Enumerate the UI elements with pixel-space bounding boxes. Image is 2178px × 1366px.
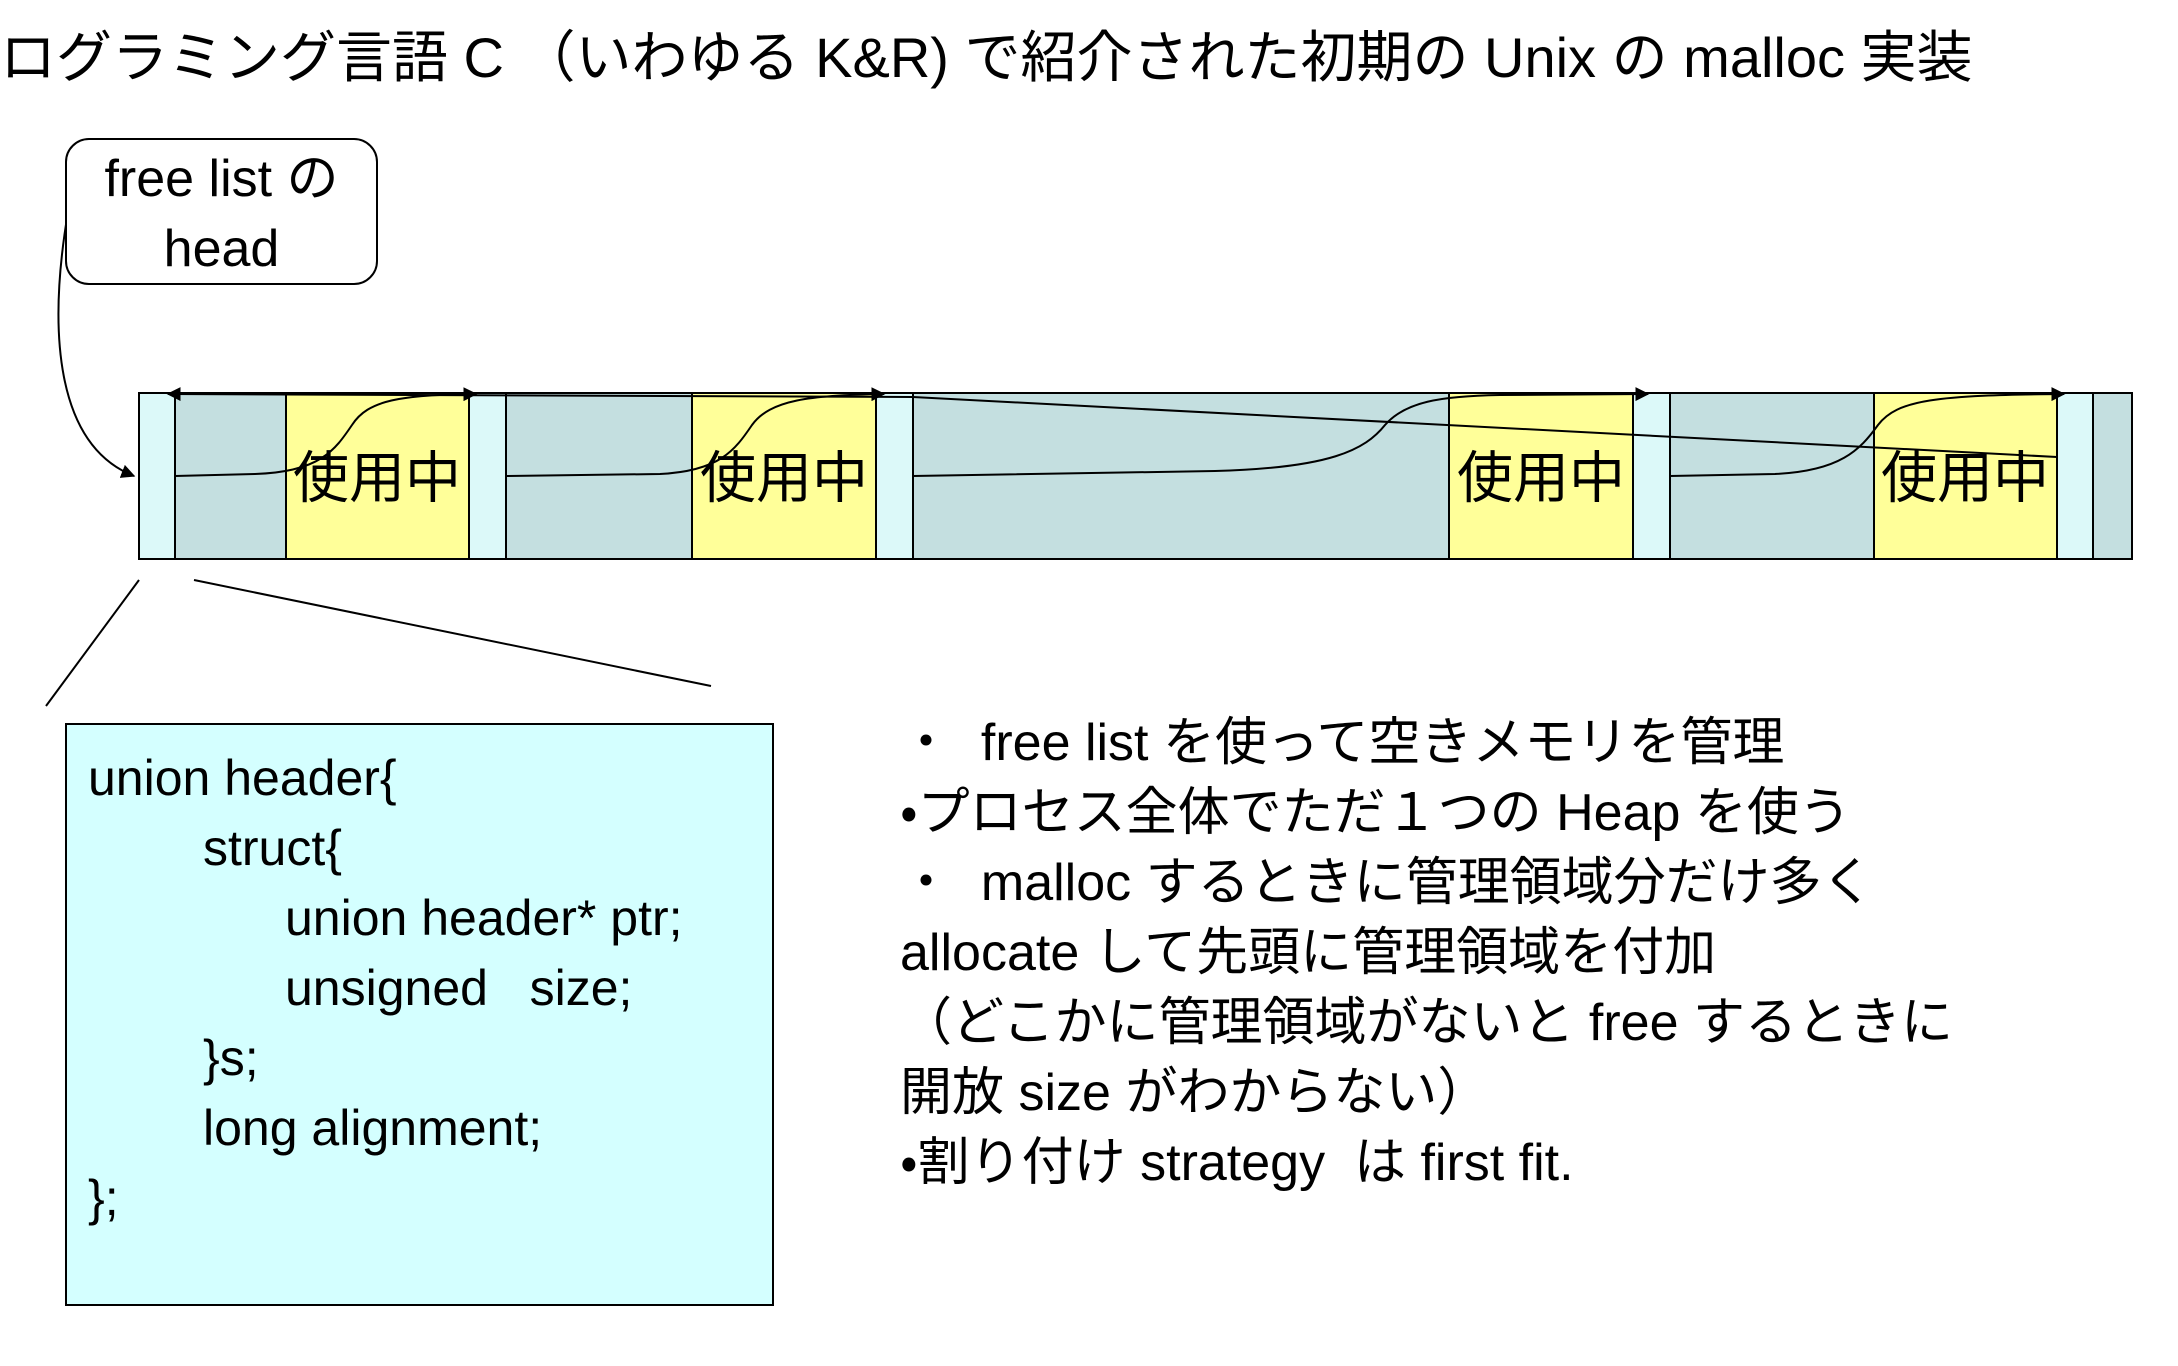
used-block-label: 使用中 xyxy=(293,447,461,510)
free-region xyxy=(2092,392,2133,560)
code-line: struct{ xyxy=(203,820,342,876)
header-block xyxy=(2056,392,2094,560)
notes-list: ・ free list を使って空きメモリを管理 ・プロセス全体でただ１つの H… xyxy=(900,708,2140,1198)
callout-line: free list の xyxy=(104,150,339,208)
slide-title: ログラミング言語 C （いわゆる K&R) で紹介された初期の Unix の m… xyxy=(0,26,1973,89)
note-line: ・割り付け strategy は first fit. xyxy=(900,1134,1574,1192)
zoom-line-left xyxy=(45,579,140,707)
header-block xyxy=(138,392,176,560)
header-block xyxy=(875,392,914,560)
code-line: union header{ xyxy=(88,750,397,806)
zoom-line-right xyxy=(193,579,712,687)
note-line: ・ malloc するときに管理領域分だけ多く xyxy=(900,854,1874,912)
code-line: long alignment; xyxy=(203,1100,543,1156)
code-line: }s; xyxy=(203,1030,259,1086)
header-block xyxy=(468,392,507,560)
used-block-label: 使用中 xyxy=(1457,447,1625,510)
header-block xyxy=(1632,392,1671,560)
note-line: allocate して先頭に管理領域を付加 xyxy=(900,924,1717,982)
note-line: （どこかに管理領域がないと free するときに xyxy=(900,994,1953,1052)
note-line: ・ free list を使って空きメモリを管理 xyxy=(900,714,1785,772)
free-list-head-callout: free list の head xyxy=(65,138,378,285)
code-line: }; xyxy=(88,1170,119,1226)
header-union-code-box: union header{ struct{ union header* ptr;… xyxy=(65,723,774,1306)
code-line: union header* ptr; xyxy=(285,890,683,946)
note-line: ・プロセス全体でただ１つの Heap を使う xyxy=(900,784,1851,842)
code-line: unsigned size; xyxy=(285,960,633,1016)
callout-line: head xyxy=(163,220,280,278)
free-region xyxy=(912,392,1450,560)
note-line: 開放 size がわからない） xyxy=(900,1064,1490,1122)
zoom-lines xyxy=(45,579,712,707)
